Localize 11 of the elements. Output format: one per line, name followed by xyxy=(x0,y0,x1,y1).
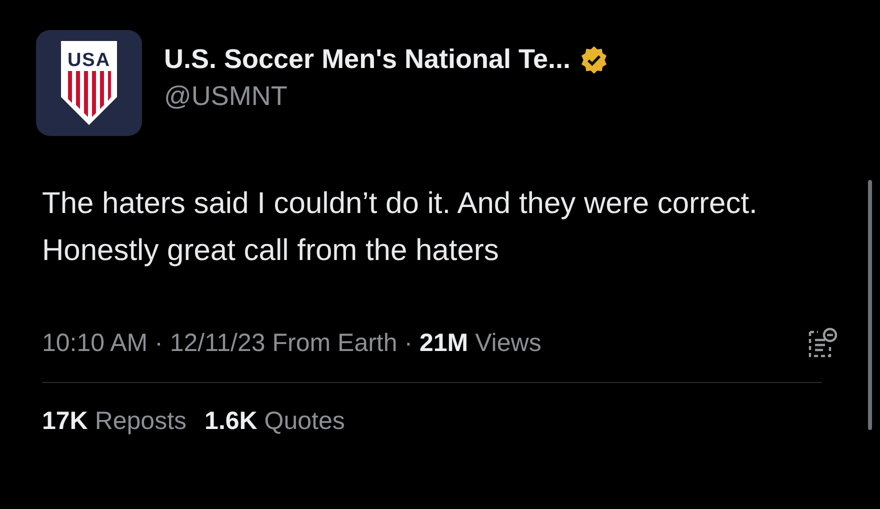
stat-link[interactable]: 17K Reposts xyxy=(42,407,187,436)
account-handle[interactable]: @USMNT xyxy=(164,81,609,112)
crest-icon xyxy=(59,39,119,127)
logo-text: USA xyxy=(66,50,112,72)
scrollbar[interactable] xyxy=(868,180,872,430)
tweet-meta: 10:10 AM · 12/11/23 From Earth · 21M Views xyxy=(42,328,542,358)
tweet-text: The haters said I couldn’t do it. And they were correct. Honestly great call from the haters xyxy=(42,186,758,269)
avatar-logo[interactable]: USA xyxy=(36,30,142,136)
stat-link[interactable]: 1.6K Quotes xyxy=(204,407,345,436)
account-name[interactable]: U.S. Soccer Men's National Te... xyxy=(164,44,571,75)
summary-icon[interactable] xyxy=(806,326,840,360)
